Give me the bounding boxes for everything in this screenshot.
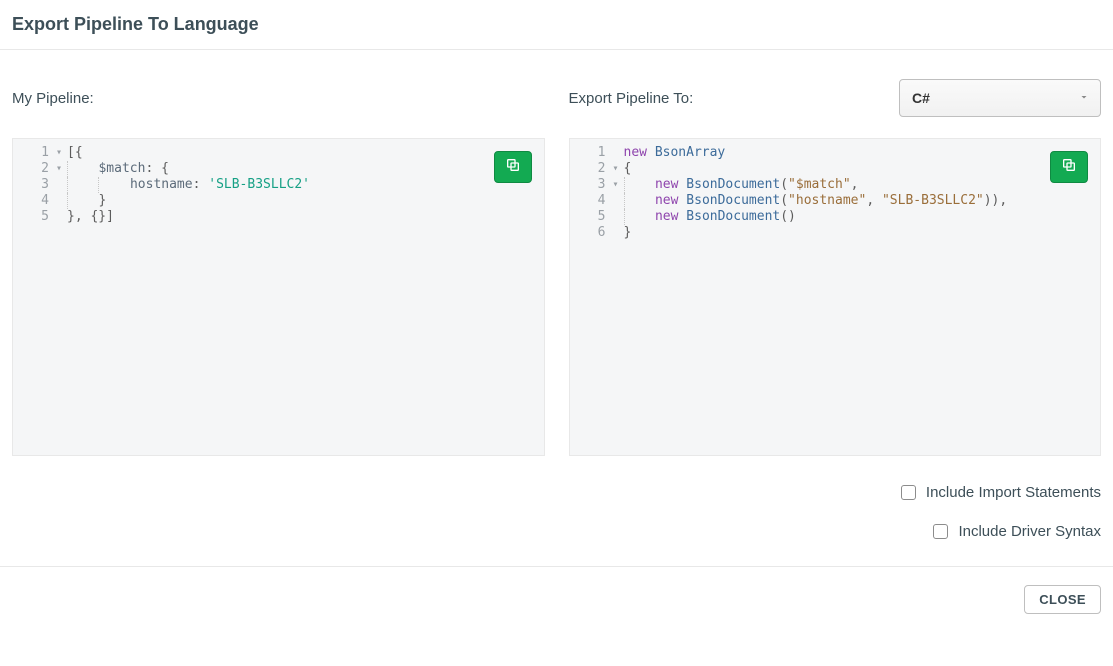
copy-source-button[interactable] (494, 151, 532, 183)
dialog-title: Export Pipeline To Language (12, 14, 1101, 35)
code-line: 1new BsonArray (570, 145, 1101, 161)
include-imports-label: Include Import Statements (926, 484, 1101, 501)
copy-icon (505, 157, 521, 178)
include-driver-checkbox[interactable] (933, 524, 948, 539)
output-header: Export Pipeline To: C# (569, 78, 1102, 118)
code-line: 6} (570, 225, 1101, 241)
output-editor[interactable]: 1new BsonArray2▾{3▾ new BsonDocument("$m… (569, 138, 1102, 456)
copy-icon (1061, 157, 1077, 178)
output-column: Export Pipeline To: C# 1new BsonArray2▾{… (569, 78, 1102, 456)
dialog-header: Export Pipeline To Language (0, 0, 1113, 50)
source-column: My Pipeline: 1▾[{2▾ $match: {3 hostname:… (12, 78, 545, 456)
language-select[interactable]: C# (899, 79, 1101, 117)
include-driver-option[interactable]: Include Driver Syntax (933, 523, 1101, 540)
copy-output-button[interactable] (1050, 151, 1088, 183)
code-line: 1▾[{ (13, 145, 544, 161)
dialog-content: My Pipeline: 1▾[{2▾ $match: {3 hostname:… (0, 50, 1113, 466)
code-line: 3▾ new BsonDocument("$match", (570, 177, 1101, 193)
source-editor[interactable]: 1▾[{2▾ $match: {3 hostname: 'SLB-B3SLLC2… (12, 138, 545, 456)
chevron-down-icon (1078, 90, 1090, 106)
code-line: 4 new BsonDocument("hostname", "SLB-B3SL… (570, 193, 1101, 209)
include-imports-option[interactable]: Include Import Statements (901, 484, 1101, 501)
dialog-footer: CLOSE (0, 566, 1113, 626)
code-line: 5 new BsonDocument() (570, 209, 1101, 225)
code-line: 2▾{ (570, 161, 1101, 177)
code-line: 2▾ $match: { (13, 161, 544, 177)
options-panel: Include Import Statements Include Driver… (0, 466, 1113, 548)
code-line: 3 hostname: 'SLB-B3SLLC2' (13, 177, 544, 193)
close-button[interactable]: CLOSE (1024, 585, 1101, 614)
include-imports-checkbox[interactable] (901, 485, 916, 500)
code-line: 4 } (13, 193, 544, 209)
language-selected-value: C# (912, 90, 930, 106)
source-label: My Pipeline: (12, 90, 94, 107)
include-driver-label: Include Driver Syntax (958, 523, 1101, 540)
code-line: 5}, {}] (13, 209, 544, 225)
source-header: My Pipeline: (12, 78, 545, 118)
output-label: Export Pipeline To: (569, 90, 694, 107)
